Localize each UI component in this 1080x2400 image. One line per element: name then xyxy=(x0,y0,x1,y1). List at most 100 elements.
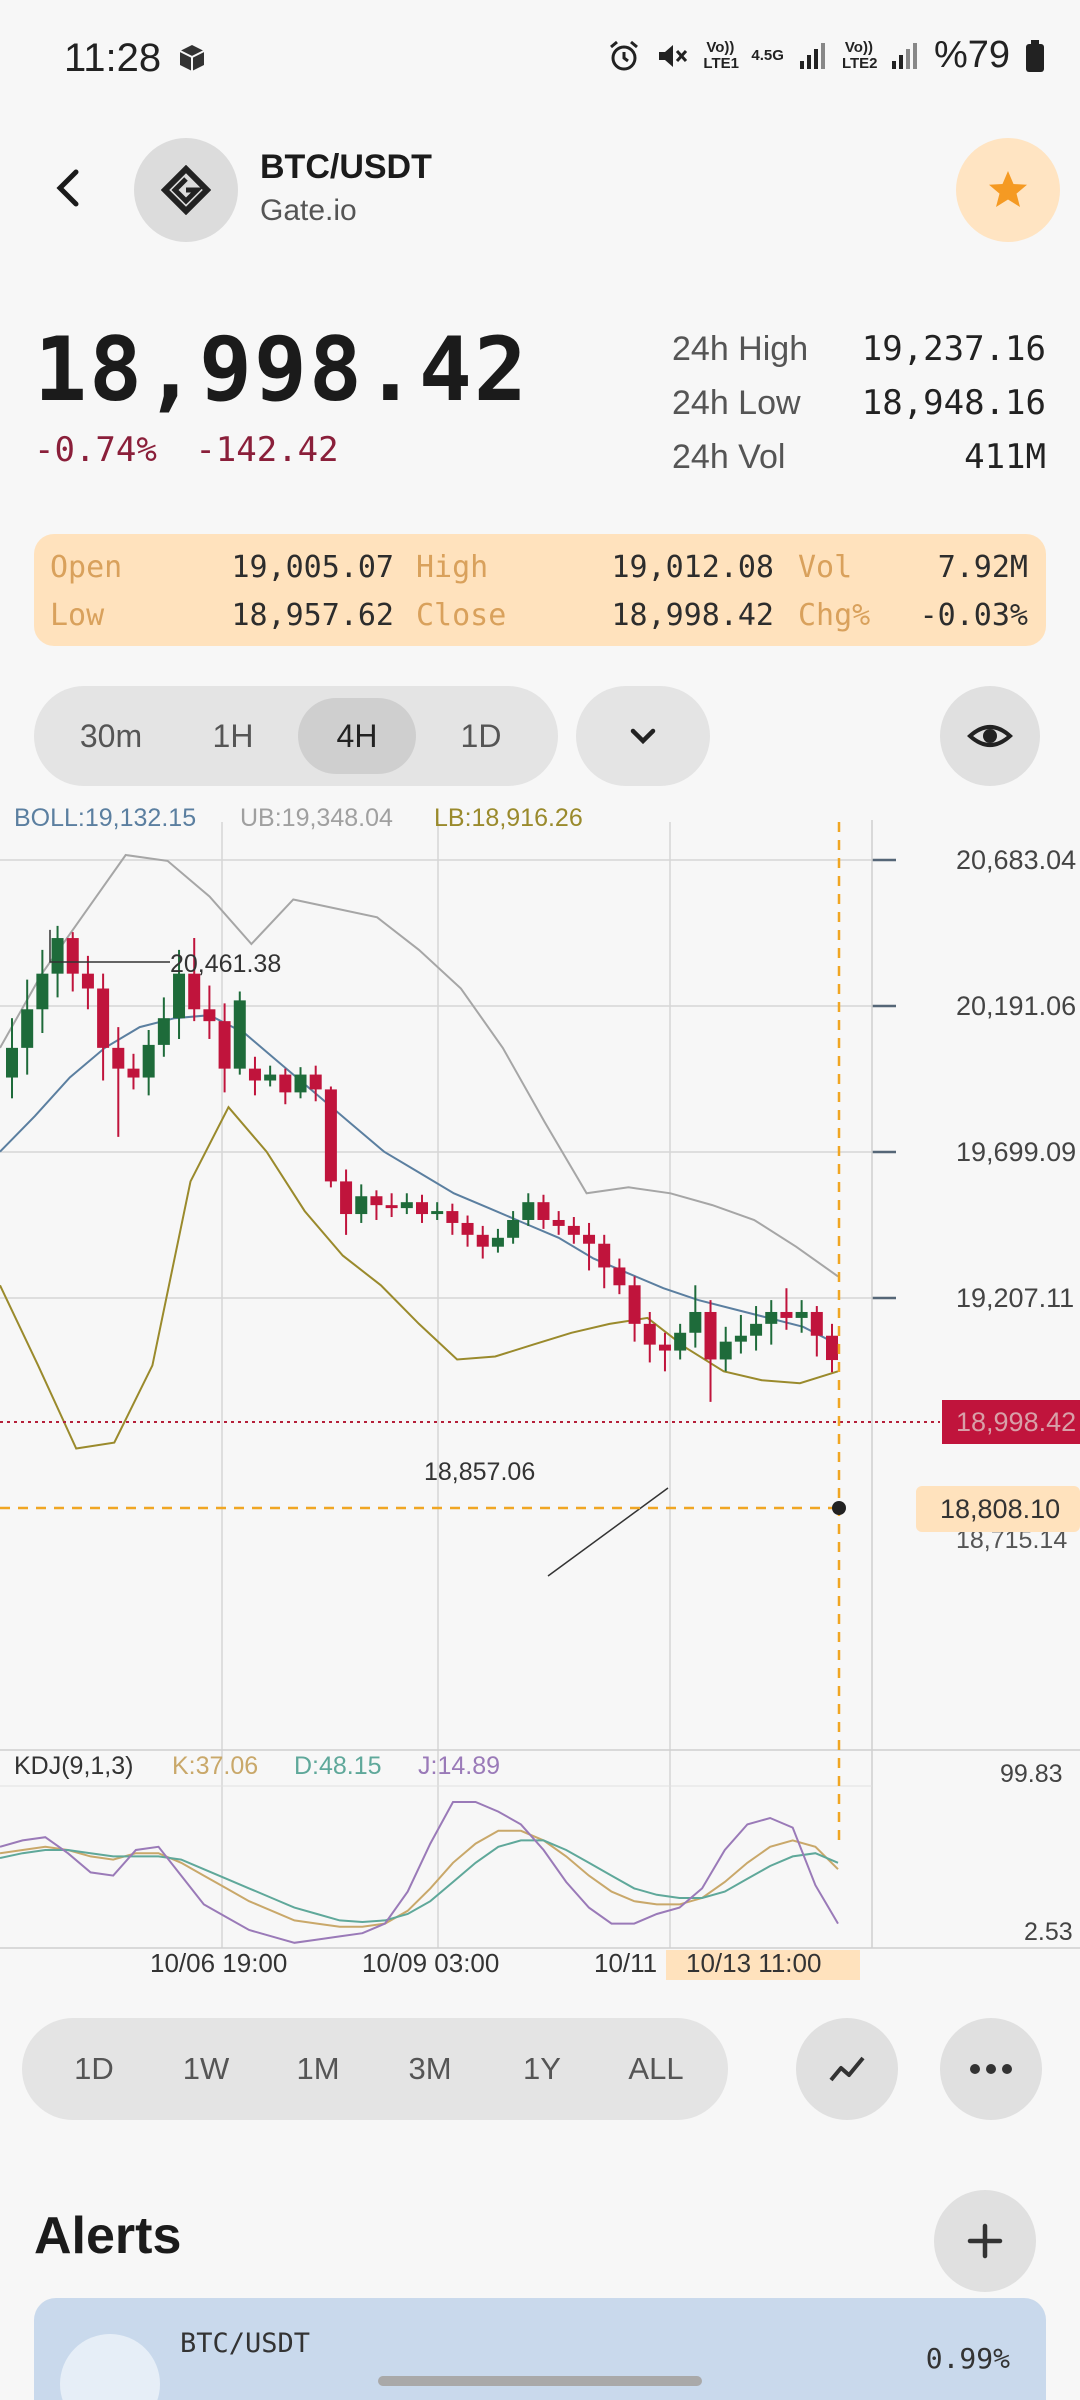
x-tick-label: 10/09 03:00 xyxy=(362,1948,499,1978)
add-alert-button[interactable] xyxy=(934,2190,1036,2292)
status-time: 11:28 xyxy=(64,36,162,80)
interval-tab-1d[interactable]: 1D xyxy=(422,698,540,774)
d-label: D:48.15 xyxy=(294,1752,382,1780)
chart-type-button[interactable] xyxy=(796,2018,898,2120)
candle-body xyxy=(416,1202,428,1215)
candle-body xyxy=(203,1009,216,1022)
boll-label: BOLL:19,132.15 xyxy=(14,804,197,832)
price-chart[interactable]: 20,683.04 20,191.06 19,699.09 19,207.11 20,4… xyxy=(0,800,1080,1980)
range-selector: 1D 1W 1M 3M 1Y ALL xyxy=(22,2018,728,2120)
candle-body xyxy=(583,1234,596,1244)
range-tab-1y[interactable]: 1Y xyxy=(492,2018,592,2120)
network-speed: 4.5G xyxy=(751,46,784,64)
signal-icon xyxy=(799,42,825,69)
exchange-name: Gate.io xyxy=(260,194,357,227)
more-options-button[interactable] xyxy=(940,2018,1042,2120)
chevron-down-icon xyxy=(630,728,656,745)
change-percent: -0.74% xyxy=(34,430,157,470)
candle-body xyxy=(689,1311,702,1333)
lb-label: LB:18,916.26 xyxy=(434,804,583,832)
plus-icon xyxy=(967,2223,1003,2259)
battery-percent: %79 xyxy=(933,34,1010,76)
high-value: 19,012.08 xyxy=(611,550,774,585)
crosshair-dot xyxy=(832,1501,846,1515)
low-value: 18,957.62 xyxy=(231,598,394,633)
min-marker-line xyxy=(547,1487,669,1577)
range-tab-all[interactable]: ALL xyxy=(606,2018,706,2120)
alert-percent: 0.99% xyxy=(925,2342,1010,2375)
candle-body xyxy=(127,1068,140,1078)
stat-value: 18,948.16 xyxy=(861,383,1046,423)
home-indicator[interactable] xyxy=(378,2376,702,2386)
high-label: High xyxy=(416,550,489,585)
favorite-button[interactable] xyxy=(956,138,1060,242)
candle-body xyxy=(294,1074,307,1093)
candle-body xyxy=(643,1323,656,1345)
candle-body xyxy=(248,1068,261,1081)
candle-body xyxy=(780,1311,793,1318)
candle-body xyxy=(142,1044,155,1078)
interval-tab-4h[interactable]: 4H xyxy=(298,698,416,774)
candle-body xyxy=(765,1311,778,1324)
candle-body xyxy=(719,1341,732,1360)
candle-body xyxy=(628,1285,641,1324)
sim1-label: Vo)) LTE1 xyxy=(703,38,739,72)
boll-mid-line xyxy=(0,1014,839,1346)
interval-tab-1h[interactable]: 1H xyxy=(174,698,292,774)
back-arrow-icon[interactable] xyxy=(40,160,96,216)
low-label: Low xyxy=(50,598,105,633)
visibility-toggle-button[interactable] xyxy=(940,686,1040,786)
candle-body xyxy=(324,1089,337,1182)
mute-icon xyxy=(659,44,688,67)
y-tick-label: 19,207.11 xyxy=(956,1283,1074,1313)
status-icons: Vo)) LTE1 4.5G Vo)) LTE2 %79 xyxy=(607,34,1046,77)
candle-body xyxy=(431,1211,444,1215)
interval-tab-30m[interactable]: 30m xyxy=(52,698,170,774)
candle-body xyxy=(750,1323,763,1336)
stat-label: 24h High xyxy=(672,329,809,368)
close-value: 18,998.42 xyxy=(611,598,774,633)
eye-icon xyxy=(967,725,1013,747)
open-label: Open xyxy=(50,550,123,585)
max-annotation: 20,461.38 xyxy=(170,950,281,978)
stat-label: 24h Low xyxy=(672,383,801,422)
candle-body xyxy=(157,1018,170,1045)
chart-canvas[interactable]: 20,683.04 20,191.06 19,699.09 19,207.11 20,4… xyxy=(0,800,1080,1980)
interval-selector: 30m 1H 4H 1D xyxy=(34,686,558,786)
range-tab-1m[interactable]: 1M xyxy=(268,2018,368,2120)
alerts-title: Alerts xyxy=(34,2207,182,2265)
candle-body xyxy=(810,1311,823,1336)
line-chart-icon xyxy=(829,2056,865,2082)
header: BTC/USDT Gate.io xyxy=(0,130,1080,250)
candle-body xyxy=(552,1219,565,1226)
range-tab-1d[interactable]: 1D xyxy=(44,2018,144,2120)
open-value: 19,005.07 xyxy=(231,550,394,585)
candle-body xyxy=(400,1202,413,1209)
candle-body xyxy=(704,1311,717,1360)
candle-body xyxy=(370,1196,383,1206)
candle-body xyxy=(795,1311,808,1318)
y-tick-label: 19,699.09 xyxy=(956,1137,1076,1167)
k-label: K:37.06 xyxy=(172,1752,259,1780)
chg-label: Chg% xyxy=(798,598,871,633)
candle-body xyxy=(112,1047,125,1069)
stat-label: 24h Vol xyxy=(672,437,786,476)
y-tick-label: 20,683.04 xyxy=(956,845,1076,875)
candle-body xyxy=(309,1074,322,1090)
star-icon xyxy=(989,171,1027,207)
price-change: -0.74% -142.42 xyxy=(34,430,339,470)
more-intervals-button[interactable] xyxy=(576,686,710,786)
candle-body xyxy=(66,938,79,974)
kdj-low-label: 2.53 xyxy=(1024,1918,1073,1946)
candle-body xyxy=(658,1344,671,1351)
candle-body xyxy=(36,973,49,1010)
candle-body xyxy=(51,938,64,974)
candle-body xyxy=(446,1211,459,1223)
candle-body xyxy=(264,1074,277,1081)
candle-body xyxy=(173,973,186,1019)
sim2-label: Vo)) LTE2 xyxy=(841,38,878,72)
range-tab-3m[interactable]: 3M xyxy=(380,2018,480,2120)
exchange-logo xyxy=(134,138,238,242)
kdj-k-line xyxy=(0,1829,839,1928)
range-tab-1w[interactable]: 1W xyxy=(156,2018,256,2120)
